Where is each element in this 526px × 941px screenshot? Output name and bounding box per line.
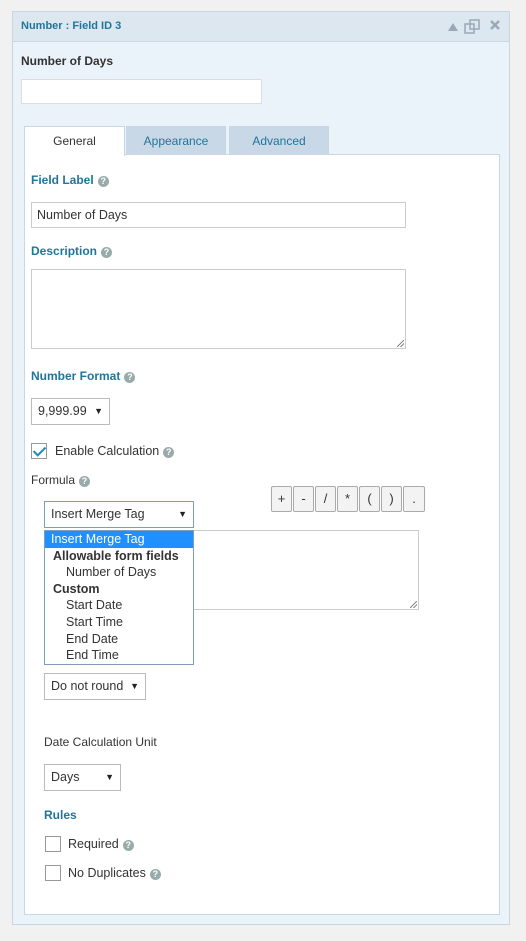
insert-merge-tag-select[interactable]: Insert Merge Tag ▼ (44, 501, 194, 528)
description-textarea[interactable] (31, 269, 406, 349)
operator-open-paren-button[interactable]: ( (359, 486, 380, 512)
field-label-input[interactable]: Number of Days (31, 202, 406, 228)
rounding-select[interactable]: Do not round ▼ (44, 673, 146, 700)
date-calc-unit-value: Days (51, 770, 80, 784)
enable-calculation-checkbox[interactable] (31, 443, 47, 459)
description-heading: Description? (31, 244, 113, 258)
dropdown-option-start-time[interactable]: Start Time (45, 614, 193, 631)
help-icon[interactable]: ? (97, 176, 109, 187)
chevron-down-icon: ▼ (105, 772, 114, 782)
help-icon[interactable]: ? (149, 869, 161, 880)
tab-appearance[interactable]: Appearance (126, 126, 226, 155)
date-calc-unit-label: Date Calculation Unit (44, 735, 157, 749)
operator-close-paren-button[interactable]: ) (381, 486, 402, 512)
help-icon[interactable]: ? (122, 840, 134, 851)
dropdown-group-custom: Custom (53, 581, 100, 596)
rules-heading: Rules (44, 808, 77, 822)
merge-tag-dropdown-list: Insert Merge Tag Allowable form fields N… (44, 530, 194, 665)
required-checkbox[interactable] (45, 836, 61, 852)
operator-minus-button[interactable]: - (293, 486, 314, 512)
panel-title: Number : Field ID 3 (21, 20, 122, 32)
dropdown-option-number-of-days[interactable]: Number of Days (45, 564, 193, 581)
field-name-input[interactable] (21, 79, 262, 104)
help-icon[interactable]: ? (101, 247, 113, 258)
chevron-down-icon: ▼ (178, 509, 187, 519)
dropdown-option-start-date[interactable]: Start Date (45, 597, 193, 614)
resize-handle-icon[interactable] (410, 601, 417, 608)
panel-header: Number : Field ID 3 (13, 12, 509, 42)
help-icon[interactable]: ? (124, 372, 136, 383)
field-name-label: Number of Days (21, 54, 114, 68)
dropdown-option-end-time[interactable]: End Time (45, 647, 193, 664)
operator-dot-button[interactable]: . (403, 486, 425, 512)
no-duplicates-checkbox[interactable] (45, 865, 61, 881)
date-calc-unit-select[interactable]: Days ▼ (44, 764, 121, 791)
resize-handle-icon[interactable] (397, 340, 404, 347)
dropdown-option-insert-merge-tag[interactable]: Insert Merge Tag (45, 531, 193, 548)
operator-divide-button[interactable]: / (315, 486, 336, 512)
chevron-down-icon: ▼ (130, 681, 139, 691)
help-icon[interactable]: ? (163, 447, 175, 458)
chevron-down-icon: ▼ (94, 406, 103, 416)
rounding-value: Do not round (51, 679, 124, 693)
dropdown-option-end-date[interactable]: End Date (45, 631, 193, 648)
field-label-heading: Field Label? (31, 173, 109, 187)
close-icon[interactable] (487, 19, 503, 35)
no-duplicates-label: No Duplicates? (68, 866, 161, 880)
help-icon[interactable]: ? (79, 476, 91, 487)
operator-plus-button[interactable]: + (271, 486, 292, 512)
dropdown-group-allowable-fields: Allowable form fields (53, 548, 179, 563)
triangle-up-icon[interactable] (445, 19, 461, 35)
operator-multiply-button[interactable]: * (337, 486, 358, 512)
number-format-select[interactable]: 9,999.99 ▼ (31, 398, 110, 425)
enable-calculation-label: Enable Calculation? (55, 444, 175, 458)
number-format-heading: Number Format? (31, 369, 136, 383)
required-label: Required? (68, 837, 134, 851)
tab-general[interactable]: General (24, 126, 125, 156)
merge-tag-select-value: Insert Merge Tag (51, 507, 145, 521)
formula-label: Formula? (31, 473, 91, 487)
duplicate-icon[interactable] (464, 19, 480, 35)
number-format-value: 9,999.99 (38, 404, 87, 418)
tab-advanced[interactable]: Advanced (229, 126, 329, 155)
